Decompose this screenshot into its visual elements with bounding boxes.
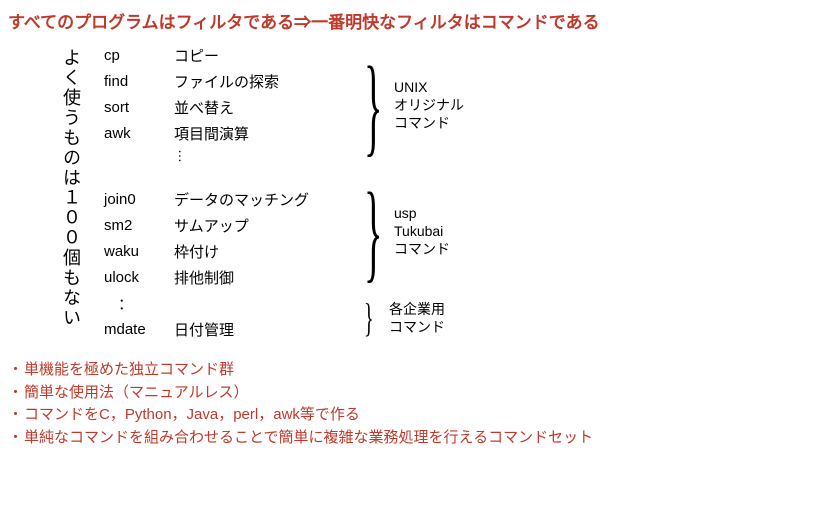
- command-desc: 枠付け: [174, 241, 344, 262]
- command-name: cp: [104, 47, 174, 64]
- bullet-text: コマンドをC，Python，Java，perl，awk等で作る: [24, 404, 360, 427]
- command-name: sort: [104, 99, 174, 116]
- command-row: awk 項目間演算: [104, 121, 344, 145]
- main-content: よく使うものは１００個もない cp コピー find ファイルの探索 sort …: [58, 43, 822, 341]
- bullet-mark-icon: ・: [8, 404, 24, 427]
- label-line: コマンド: [389, 318, 445, 336]
- command-row: join0 データのマッチング: [104, 187, 344, 211]
- command-desc: 並べ替え: [174, 97, 344, 118]
- label-line: UNIX: [394, 78, 464, 96]
- colon-icon: ：: [104, 293, 188, 314]
- group-label: usp Tukubai コマンド: [394, 204, 450, 259]
- slide-title: すべてのプログラムはフィルタである⇒一番明快なフィルタはコマンドである: [8, 8, 822, 33]
- brace-icon: }: [364, 182, 375, 281]
- brace-group-enterprise: } 各企業用 コマンド: [364, 301, 464, 335]
- command-row: waku 枠付け: [104, 239, 344, 263]
- command-name: sm2: [104, 217, 174, 234]
- command-name: ulock: [104, 269, 174, 286]
- label-line: 各企業用: [389, 300, 445, 318]
- group-label: 各企業用 コマンド: [389, 300, 445, 336]
- brace-icon: }: [364, 56, 375, 155]
- bullet-text: 単純なコマンドを組み合わせることで簡単に複雑な業務処理を行えるコマンドセット: [24, 427, 593, 450]
- label-line: Tukubai: [394, 222, 450, 240]
- label-line: オリジナル: [394, 96, 464, 114]
- command-desc: 日付管理: [174, 319, 344, 340]
- bullet-list: ・ 単機能を極めた独立コマンド群 ・ 簡単な使用法（マニュアルレス） ・ コマン…: [8, 359, 822, 449]
- command-desc: サムアップ: [174, 215, 344, 236]
- command-desc: コピー: [174, 45, 344, 66]
- command-desc: 排他制御: [174, 267, 344, 288]
- command-desc: ファイルの探索: [174, 71, 344, 92]
- command-row: cp コピー: [104, 43, 344, 67]
- label-line: usp: [394, 204, 450, 222]
- vertical-dots-icon: …: [104, 149, 192, 169]
- command-name: awk: [104, 125, 174, 142]
- brace-icon: }: [364, 302, 377, 334]
- ellipsis-row: ：: [104, 291, 344, 315]
- command-row: sm2 サムアップ: [104, 213, 344, 237]
- bullet-item: ・ 簡単な使用法（マニュアルレス）: [8, 382, 822, 405]
- bullet-item: ・ 単機能を極めた独立コマンド群: [8, 359, 822, 382]
- brace-column: } UNIX オリジナル コマンド } usp Tukubai コマンド } 各…: [364, 43, 464, 335]
- command-row: find ファイルの探索: [104, 69, 344, 93]
- brace-group-unix: } UNIX オリジナル コマンド: [364, 43, 464, 167]
- vertical-caption: よく使うものは１００個もない: [58, 43, 84, 328]
- command-column: cp コピー find ファイルの探索 sort 並べ替え awk 項目間演算 …: [104, 43, 344, 341]
- bullet-item: ・ 単純なコマンドを組み合わせることで簡単に複雑な業務処理を行えるコマンドセット: [8, 427, 822, 450]
- brace-group-usp: } usp Tukubai コマンド: [364, 167, 464, 295]
- label-line: コマンド: [394, 114, 464, 132]
- bullet-mark-icon: ・: [8, 359, 24, 382]
- command-row: sort 並べ替え: [104, 95, 344, 119]
- bullet-text: 単機能を極めた独立コマンド群: [24, 359, 234, 382]
- command-row: ulock 排他制御: [104, 265, 344, 289]
- bullet-item: ・ コマンドをC，Python，Java，perl，awk等で作る: [8, 404, 822, 427]
- command-name: join0: [104, 191, 174, 208]
- bullet-text: 簡単な使用法（マニュアルレス）: [24, 382, 249, 405]
- command-desc: データのマッチング: [174, 189, 344, 210]
- command-row: mdate 日付管理: [104, 317, 344, 341]
- command-desc: 項目間演算: [174, 123, 344, 144]
- command-name: mdate: [104, 321, 174, 338]
- command-name: waku: [104, 243, 174, 260]
- bullet-mark-icon: ・: [8, 427, 24, 450]
- bullet-mark-icon: ・: [8, 382, 24, 405]
- group-label: UNIX オリジナル コマンド: [394, 78, 464, 133]
- ellipsis-row: …: [104, 147, 344, 171]
- spacer: [104, 173, 344, 185]
- command-name: find: [104, 73, 174, 90]
- label-line: コマンド: [394, 240, 450, 258]
